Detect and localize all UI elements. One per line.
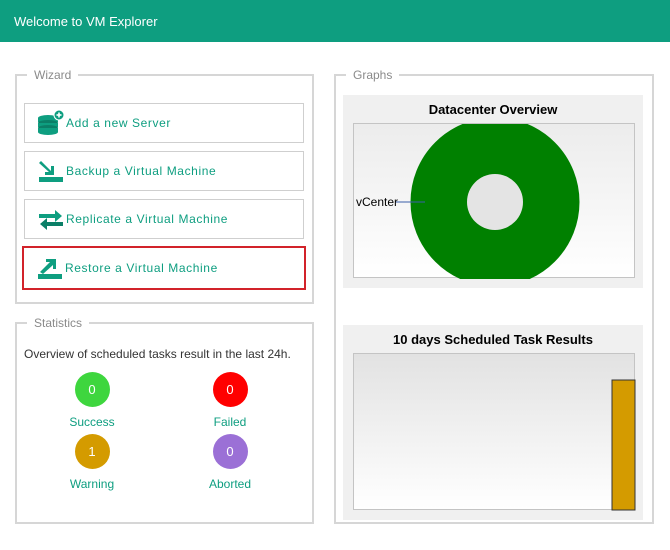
task-results-chart: 10 days Scheduled Task Results bbox=[343, 325, 643, 520]
datacenter-overview-title: Datacenter Overview bbox=[428, 102, 558, 117]
aborted-label: Aborted bbox=[208, 477, 252, 491]
statistics-description: Overview of scheduled tasks result in th… bbox=[24, 347, 291, 361]
replicate-vm-button[interactable]: Replicate a Virtual Machine bbox=[24, 199, 304, 239]
warning-count: 1 bbox=[74, 434, 110, 469]
stat-success[interactable]: 0 Success bbox=[57, 372, 127, 429]
task-results-plot-area bbox=[353, 353, 636, 511]
backup-icon bbox=[37, 157, 65, 185]
datacenter-overview-chart: Datacenter Overview vCenter bbox=[343, 95, 643, 288]
restore-vm-label: Restore a Virtual Machine bbox=[65, 261, 218, 275]
donut-hole bbox=[467, 174, 523, 230]
window-title-bar: Welcome to VM Explorer bbox=[0, 0, 670, 42]
task-results-bar-svg bbox=[611, 379, 636, 511]
donut-chart-svg: vCenter bbox=[356, 117, 580, 287]
wizard-legend: Wizard bbox=[34, 68, 72, 82]
add-server-button[interactable]: Add a new Server bbox=[24, 103, 304, 143]
task-result-bar[interactable] bbox=[611, 379, 636, 511]
task-results-title: 10 days Scheduled Task Results bbox=[393, 332, 593, 347]
datacenter-plot-area: vCenter bbox=[353, 117, 635, 287]
aborted-count: 0 bbox=[212, 434, 248, 469]
warning-label: Warning bbox=[69, 477, 115, 491]
replicate-icon bbox=[37, 205, 65, 233]
failed-label: Failed bbox=[213, 415, 247, 429]
failed-count: 0 bbox=[212, 372, 248, 407]
backup-vm-button[interactable]: Backup a Virtual Machine bbox=[24, 151, 304, 191]
stat-failed[interactable]: 0 Failed bbox=[195, 372, 265, 429]
success-label: Success bbox=[69, 415, 115, 429]
add-server-label: Add a new Server bbox=[66, 116, 171, 130]
restore-vm-button[interactable]: Restore a Virtual Machine bbox=[22, 246, 306, 290]
server-add-icon bbox=[37, 109, 65, 137]
statistics-legend: Statistics bbox=[34, 316, 83, 330]
replicate-vm-label: Replicate a Virtual Machine bbox=[66, 212, 229, 226]
window-title: Welcome to VM Explorer bbox=[14, 14, 158, 29]
restore-icon bbox=[36, 254, 64, 282]
donut-label-vcenter: vCenter bbox=[356, 195, 398, 209]
success-count: 0 bbox=[74, 372, 110, 407]
stat-warning[interactable]: 1 Warning bbox=[57, 434, 127, 491]
backup-vm-label: Backup a Virtual Machine bbox=[66, 164, 217, 178]
graphs-legend: Graphs bbox=[353, 68, 393, 82]
stat-aborted[interactable]: 0 Aborted bbox=[195, 434, 265, 491]
